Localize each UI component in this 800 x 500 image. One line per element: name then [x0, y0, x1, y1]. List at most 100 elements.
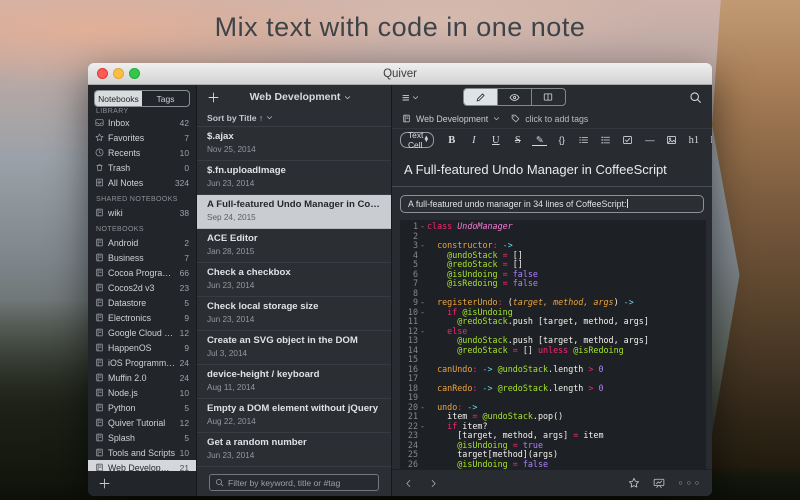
sidebar-item-quiver-tutorial[interactable]: Quiver Tutorial12	[88, 415, 196, 430]
sidebar-item-inbox[interactable]: Inbox42	[88, 115, 196, 130]
note-list-item[interactable]: Empty a DOM element without jQueryAug 22…	[197, 399, 391, 433]
sidebar-item-count: 21	[180, 463, 189, 472]
bold-button[interactable]: B	[441, 132, 462, 148]
note-list-item[interactable]: A Full-featured Undo Manager in Coffee..…	[197, 195, 391, 229]
zoom-window-button[interactable]	[129, 68, 140, 79]
cell-type-select[interactable]: Text Cell ▲▼	[400, 132, 434, 148]
numbered-list-button[interactable]	[595, 132, 616, 148]
note-notebook-dropdown[interactable]: Web Development	[416, 114, 488, 124]
fold-marker	[418, 384, 427, 394]
sidebar-item-wiki[interactable]: wiki38	[88, 205, 196, 220]
note-item-date: Jul 3, 2014	[207, 349, 381, 358]
favorite-star-button[interactable]	[628, 477, 640, 489]
next-note-button[interactable]	[429, 477, 438, 490]
sidebar-item-favorites[interactable]: Favorites7	[88, 130, 196, 145]
fold-marker[interactable]: -	[418, 403, 427, 413]
heading1-button[interactable]: h1	[683, 132, 704, 148]
fold-marker	[418, 431, 427, 441]
highlight-pen-button[interactable]: ✎	[529, 132, 550, 148]
sidebar-item-all-notes[interactable]: All Notes324	[88, 175, 196, 190]
code-cell[interactable]: 1-class UndoManager23- constructor: ->4 …	[400, 220, 706, 469]
cell-menu-button[interactable]: ≡	[402, 90, 419, 105]
note-list-item[interactable]: Check local storage sizeJun 23, 2014	[197, 297, 391, 331]
fold-marker[interactable]: -	[418, 308, 427, 318]
sidebar-item-datastore[interactable]: Datastore5	[88, 295, 196, 310]
image-button[interactable]	[661, 132, 682, 148]
fold-marker[interactable]: -	[418, 222, 427, 232]
note-list-item[interactable]: $.fn.uploadImageJun 23, 2014	[197, 161, 391, 195]
pencil-icon	[475, 92, 486, 103]
bullet-list-button[interactable]	[573, 132, 594, 148]
tag-icon	[511, 114, 520, 123]
note-list[interactable]: $.ajaxNov 25, 2014$.fn.uploadImageJun 23…	[197, 127, 391, 469]
sidebar-item-splash[interactable]: Splash5	[88, 430, 196, 445]
split-mode-button[interactable]	[531, 89, 565, 105]
add-tags-field[interactable]: click to add tags	[525, 114, 588, 124]
add-note-button[interactable]	[207, 91, 220, 104]
sidebar-item-happenos[interactable]: HappenOS9	[88, 340, 196, 355]
sidebar-item-node-js[interactable]: Node.js10	[88, 385, 196, 400]
italic-button[interactable]: I	[463, 132, 484, 148]
edit-mode-button[interactable]	[464, 89, 497, 105]
note-list-item[interactable]: Get a random numberJun 23, 2014	[197, 433, 391, 467]
sidebar-tab-tags[interactable]: Tags	[142, 91, 189, 106]
sidebar-item-web-development[interactable]: Web Development21	[88, 460, 196, 471]
checklist-button[interactable]	[617, 132, 638, 148]
note-list-item[interactable]: Check a checkboxJun 23, 2014	[197, 263, 391, 297]
fold-marker[interactable]: -	[418, 422, 427, 432]
preview-mode-button[interactable]	[497, 89, 531, 105]
notebook-icon	[95, 373, 108, 382]
note-list-item[interactable]: ACE EditorJan 28, 2015	[197, 229, 391, 263]
sidebar-item-count: 24	[180, 358, 189, 368]
note-list-item[interactable]: device-height / keyboard Aug 11, 2014	[197, 365, 391, 399]
note-item-date: Aug 11, 2014	[207, 383, 381, 392]
fold-marker[interactable]: -	[418, 327, 427, 337]
sidebar-item-cocoa-programming[interactable]: Cocoa Programming66	[88, 265, 196, 280]
code-line: 26 @isUndoing = false	[400, 460, 706, 470]
underline-button[interactable]: U	[485, 132, 506, 148]
note-list-item[interactable]: Create an SVG object in the DOMJul 3, 20…	[197, 331, 391, 365]
minimize-window-button[interactable]	[113, 68, 124, 79]
text-cell[interactable]: A full-featured undo manager in 34 lines…	[400, 195, 704, 213]
sidebar-scroll-area[interactable]: LIBRARYInbox42Favorites7Recents10Trash0A…	[88, 108, 196, 471]
note-search-button[interactable]	[689, 91, 702, 104]
inline-code-button[interactable]: {}	[551, 132, 572, 148]
note-item-title: Check local storage size	[207, 301, 381, 312]
note-item-title: device-height / keyboard	[207, 369, 381, 380]
sidebar-item-trash[interactable]: Trash0	[88, 160, 196, 175]
presentation-mode-button[interactable]	[653, 477, 665, 489]
sidebar-item-electronics[interactable]: Electronics9	[88, 310, 196, 325]
sidebar-item-business[interactable]: Business7	[88, 250, 196, 265]
add-notebook-button[interactable]	[98, 477, 111, 490]
checklist-icon	[622, 135, 633, 145]
close-window-button[interactable]	[97, 68, 108, 79]
sidebar-item-ios-programming[interactable]: iOS Programming24	[88, 355, 196, 370]
sidebar-item-label: Quiver Tutorial	[108, 418, 177, 428]
title-divider	[392, 186, 712, 187]
note-list-item[interactable]: $.ajaxNov 25, 2014	[197, 127, 391, 161]
sidebar-item-tools-and-scripts[interactable]: Tools and Scripts10	[88, 445, 196, 460]
note-item-title: Check a checkbox	[207, 267, 381, 278]
sidebar-item-cocos2d-v3[interactable]: Cocos2d v323	[88, 280, 196, 295]
fold-marker[interactable]: -	[418, 241, 427, 251]
previous-note-button[interactable]	[404, 477, 413, 490]
sidebar-tab-notebooks[interactable]: Notebooks	[95, 91, 142, 106]
all-notes-icon	[95, 178, 108, 187]
notebook-title-dropdown[interactable]: Web Development	[220, 91, 381, 103]
split-view-icon	[542, 92, 554, 102]
more-options-button[interactable]: ○ ○ ○	[678, 480, 700, 487]
note-title[interactable]: A Full-featured Undo Manager in CoffeeSc…	[392, 151, 712, 177]
sidebar-item-count: 12	[180, 418, 189, 428]
horizontal-rule-button[interactable]: —	[639, 132, 660, 148]
strikethrough-button[interactable]: S	[507, 132, 528, 148]
sidebar-item-android[interactable]: Android2	[88, 235, 196, 250]
sidebar-item-muffin-2-0[interactable]: Muffin 2.024	[88, 370, 196, 385]
filter-input[interactable]: Filter by keyword, title or #tag	[209, 474, 379, 491]
note-item-title: $.ajax	[207, 131, 381, 142]
heading2-button[interactable]: h2	[705, 132, 712, 148]
sidebar-item-recents[interactable]: Recents10	[88, 145, 196, 160]
sort-dropdown[interactable]: Sort by Title ↑	[197, 109, 391, 127]
window-titlebar[interactable]: Quiver	[88, 63, 712, 85]
sidebar-item-google-cloud-platform[interactable]: Google Cloud Platform12	[88, 325, 196, 340]
sidebar-item-python[interactable]: Python5	[88, 400, 196, 415]
